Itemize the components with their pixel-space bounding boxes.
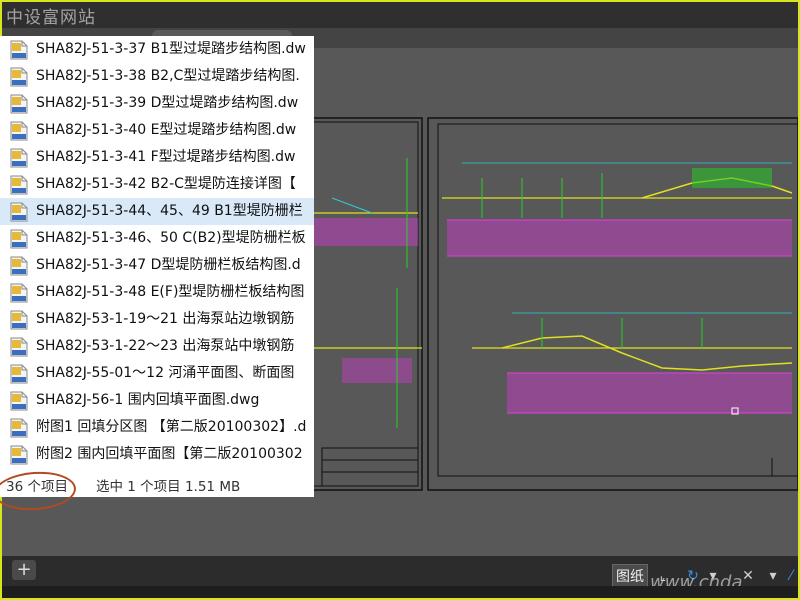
file-name: SHA82J-53-1-19～21 出海泵站边墩钢筋 [36,311,295,327]
file-row[interactable]: SHA82J-51-3-48 E(F)型堤防栅栏板结构图 [0,279,314,306]
sheet-inner-left [305,121,419,487]
file-row[interactable]: SHA82J-51-3-39 D型过堤踏步结构图.dw [0,90,314,117]
dwg-file-icon [10,40,28,60]
file-row[interactable]: SHA82J-51-3-42 B2-C型堤防连接详图【 [0,171,314,198]
file-name: 附图2 围内回填平面图【第二版20100302 [36,446,303,462]
bottom-toolbar: + 图纸 ⌞ ↻ ▾ ✕ ▾ ⁄ www.cnda [2,556,798,598]
file-row[interactable]: SHA82J-51-3-41 F型过堤踏步结构图.dw [0,144,314,171]
dwg-file-icon [10,121,28,141]
section-upper-right [442,162,793,257]
file-name: SHA82J-51-3-41 F型过堤踏步结构图.dw [36,149,296,165]
watermark-top: 中设富网站 [6,8,96,28]
file-row[interactable]: SHA82J-55-01～12 河涌平面图、断面图 [0,360,314,387]
title-bar: 中设富网站 [2,2,798,28]
section-lower [312,288,793,428]
dwg-file-icon [10,148,28,168]
file-row[interactable]: 附图2 围内回填平面图【第二版20100302 [0,441,314,468]
file-row[interactable]: SHA82J-51-3-40 E型过堤踏步结构图.dw [0,117,314,144]
file-row[interactable]: SHA82J-53-1-19～21 出海泵站边墩钢筋 [0,306,314,333]
file-row[interactable]: SHA82J-51-3-46、50 C(B2)型堤防栅栏板 [0,225,314,252]
dwg-file-icon [10,310,28,330]
dwg-file-icon [10,337,28,357]
dwg-file-icon [10,283,28,303]
file-name: SHA82J-51-3-38 B2,C型过堤踏步结构图. [36,68,300,84]
dwg-file-icon [10,67,28,87]
dwg-file-icon [10,175,28,195]
file-name: SHA82J-51-3-47 D型堤防栅栏板结构图.d [36,257,301,273]
dwg-file-icon [10,364,28,384]
add-layout-button[interactable]: + [12,560,36,580]
selection-info: 选中 1 个项目 1.51 MB [96,479,241,495]
file-row[interactable]: SHA82J-51-3-38 B2,C型过堤踏步结构图. [0,63,314,90]
dwg-file-icon [10,445,28,465]
dwg-file-icon [10,229,28,249]
file-explorer-list: SHA82J-51-3-37 B1型过堤踏步结构图.dw SHA82J-51-3-… [0,36,314,497]
file-name: 附图1 回填分区图 【第二版20100302】.d [36,419,307,435]
file-name: SHA82J-51-3-46、50 C(B2)型堤防栅栏板 [36,230,306,246]
dwg-file-icon [10,418,28,438]
dwg-file-icon [10,94,28,114]
annotate-icon[interactable]: ⁄ [780,564,798,588]
file-name: SHA82J-51-3-42 B2-C型堤防连接详图【 [36,176,296,192]
dwg-file-icon [10,391,28,411]
file-name: SHA82J-51-3-40 E型过堤踏步结构图.dw [36,122,297,138]
file-row[interactable]: SHA82J-56-1 围内回填平面图.dwg [0,387,314,414]
title-block [321,447,419,487]
dwg-file-icon [10,202,28,222]
section-upper-left [312,158,418,268]
file-row[interactable]: SHA82J-51-3-44、45、49 B1型堤防栅栏 [0,198,314,225]
file-name: SHA82J-51-3-39 D型过堤踏步结构图.dw [36,95,299,111]
dwg-file-icon [10,256,28,276]
file-row[interactable]: SHA82J-53-1-22～23 出海泵站中墩钢筋 [0,333,314,360]
file-name: SHA82J-55-01～12 河涌平面图、断面图 [36,365,295,381]
file-name: SHA82J-51-3-44、45、49 B1型堤防栅栏 [36,203,303,219]
file-name: SHA82J-53-1-22～23 出海泵站中墩钢筋 [36,338,295,354]
file-name: SHA82J-56-1 围内回填平面图.dwg [36,392,260,408]
status-strip [2,586,798,598]
file-row[interactable]: SHA82J-51-3-47 D型堤防栅栏板结构图.d [0,252,314,279]
file-row[interactable]: SHA82J-51-3-37 B1型过堤踏步结构图.dw [0,36,314,63]
file-name: SHA82J-51-3-37 B1型过堤踏步结构图.dw [36,41,306,57]
file-name: SHA82J-51-3-48 E(F)型堤防栅栏板结构图 [36,284,305,300]
sheet-border-left [301,117,423,491]
file-row[interactable]: 附图1 回填分区图 【第二版20100302】.d [0,414,314,441]
